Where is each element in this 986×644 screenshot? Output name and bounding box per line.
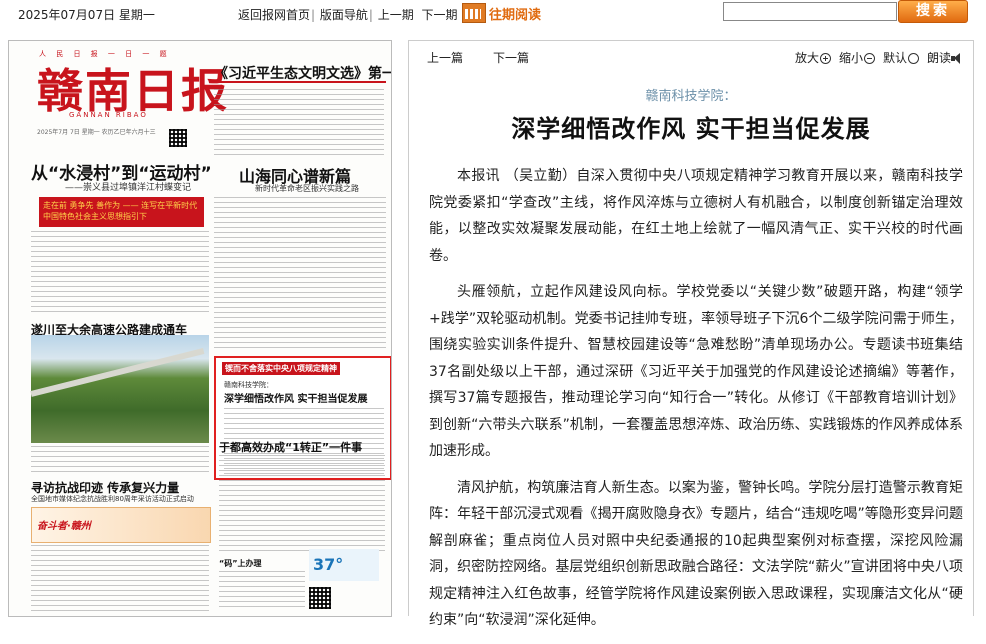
read-aloud-label: 朗读 bbox=[926, 51, 951, 65]
newspaper-page-image[interactable]: 人 民 日 报 一 日 一 题 赣南日报 GANNAN RIBAO 2025年7… bbox=[8, 40, 392, 617]
top-nav: 返回报网首页| 版面导航| 上一期 下一期 bbox=[238, 6, 457, 23]
nav-divider: | bbox=[311, 8, 316, 22]
headline-bottom-sub: 全国地市媒体纪念抗战胜利80周年采访活动正式启动 bbox=[31, 495, 194, 503]
default-size-label: 默认 bbox=[882, 51, 907, 65]
next-issue-link[interactable]: 下一期 bbox=[421, 8, 457, 22]
prev-issue-link[interactable]: 上一期 bbox=[378, 8, 414, 22]
headline-right-sub: 新时代革命老区振兴实践之路 bbox=[255, 184, 359, 193]
speaker-icon bbox=[951, 53, 963, 64]
prev-article-link[interactable]: 上一篇 bbox=[427, 49, 463, 66]
headline-top[interactable]: 《习近平生态文明文选》第一卷出版发行 bbox=[214, 63, 391, 83]
red-banner-text: 走在前 勇争先 善作为 —— 连写在平新时代中国特色社会主义思想指引下 bbox=[43, 201, 198, 221]
article-kicker-small: 赣南科技学院： bbox=[224, 381, 273, 389]
headline-mid[interactable]: 于都高效办成“1转正”一件事 bbox=[219, 439, 362, 455]
headline-small[interactable]: “码”上办理 bbox=[219, 558, 262, 569]
ad-banner-text: 奋斗者·赣州 bbox=[37, 521, 91, 532]
article-toolbar: 上一篇 下一篇 放大 缩小 默认 朗读 bbox=[427, 49, 967, 67]
search-input[interactable] bbox=[723, 2, 897, 21]
minus-icon bbox=[863, 53, 875, 64]
reading-tools: 放大 缩小 默认 朗读 bbox=[795, 49, 963, 66]
weather-temperature: 37° bbox=[313, 555, 344, 574]
article-panel: 上一篇 下一篇 放大 缩小 默认 朗读 赣南科技学院： 深学细悟改作风 实干担当… bbox=[408, 40, 974, 628]
article-paragraph: 清风护航，构筑廉洁育人新生态。以案为鉴，警钟长鸣。学院分层打造警示教育矩阵：年轻… bbox=[429, 479, 963, 629]
issue-date: 2025年07月07日 星期一 bbox=[18, 8, 155, 22]
qr-code-icon bbox=[309, 587, 331, 609]
past-reading-link[interactable]: 往期阅读 bbox=[462, 3, 541, 23]
zoom-in-button[interactable]: 放大 bbox=[795, 49, 831, 66]
zoom-out-button[interactable]: 缩小 bbox=[839, 49, 875, 66]
zoom-in-label: 放大 bbox=[794, 51, 819, 65]
home-link[interactable]: 返回报网首页 bbox=[238, 8, 310, 22]
plus-icon bbox=[819, 53, 831, 64]
red-banner[interactable]: 走在前 勇争先 善作为 —— 连写在平新时代中国特色社会主义思想指引下 bbox=[39, 197, 204, 227]
past-reading-label: 往期阅读 bbox=[489, 7, 542, 23]
read-aloud-button[interactable]: 朗读 bbox=[927, 49, 963, 66]
next-article-link[interactable]: 下一篇 bbox=[493, 49, 529, 66]
photo-road bbox=[30, 348, 205, 397]
article-paragraph: 本报讯 （吴立勤）自深入贯彻中央八项规定精神学习教育开展以来，赣南科技学院党委紧… bbox=[429, 168, 963, 264]
section-nav-link[interactable]: 版面导航 bbox=[320, 8, 368, 22]
default-size-button[interactable]: 默认 bbox=[883, 49, 919, 66]
text-column bbox=[214, 89, 384, 155]
text-column bbox=[31, 545, 209, 611]
masthead-subtitle: GANNAN RIBAO bbox=[69, 111, 148, 119]
article-title-small: 深学细悟改作风 实干担当促发展 bbox=[224, 394, 368, 405]
headline-left-sub: ——崇义县过埠镇洋江村蝶变记 bbox=[65, 183, 192, 193]
article-paragraph: 头雁领航，立起作风建设风向标。学校党委以“关键少数”破题开路，构建“领学+践学”… bbox=[429, 284, 963, 459]
circle-icon bbox=[907, 53, 919, 64]
text-column bbox=[219, 571, 305, 611]
qr-code-icon bbox=[169, 129, 187, 147]
article-body: 本报讯 （吴立勤）自深入贯彻中央八项规定精神学习教育开展以来，赣南科技学院党委紧… bbox=[429, 163, 963, 644]
text-column bbox=[31, 446, 209, 474]
text-column bbox=[219, 455, 385, 551]
article-tag: 锲而不舍落实中央八项规定精神 bbox=[222, 362, 340, 375]
text-column bbox=[214, 197, 386, 349]
divider bbox=[214, 81, 386, 83]
zoom-out-label: 缩小 bbox=[838, 51, 863, 65]
search-button[interactable]: 搜索 bbox=[898, 0, 968, 23]
paper-meta: 2025年7月 7日 星期一 农历乙巳年六月十三 bbox=[37, 129, 156, 136]
top-bar: 2025年07月07日 星期一 返回报网首页| 版面导航| 上一期 下一期 往期… bbox=[0, 0, 986, 27]
highway-photo bbox=[30, 335, 209, 443]
calendar-icon bbox=[462, 3, 486, 23]
article-title: 深学细悟改作风 实干担当促发展 bbox=[511, 115, 871, 143]
article-kicker: 赣南科技学院： bbox=[645, 89, 737, 104]
text-column bbox=[31, 231, 209, 315]
nav-divider: | bbox=[368, 8, 373, 22]
